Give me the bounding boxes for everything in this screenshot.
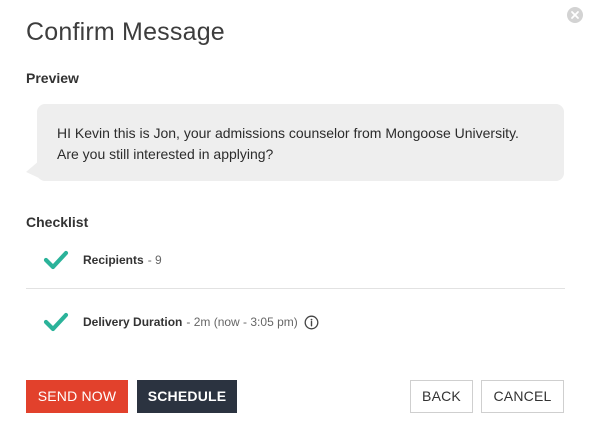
message-preview-bubble: HI Kevin this is Jon, your admissions co…: [37, 104, 564, 181]
delivery-duration-label: Delivery Duration: [83, 315, 183, 329]
checklist-label: Checklist: [26, 214, 89, 230]
delivery-duration-value: - 2m (now - 3:05 pm): [186, 315, 298, 329]
message-text-line-2: Are you still interested in applying?: [57, 146, 274, 162]
dialog-title: Confirm Message: [26, 18, 225, 46]
recipients-count: - 9: [147, 253, 162, 267]
send-now-button[interactable]: SEND NOW: [26, 380, 128, 413]
cancel-button[interactable]: CANCEL: [481, 380, 564, 413]
info-icon[interactable]: [304, 315, 319, 330]
checklist-item-delivery-duration: Delivery Duration - 2m (now - 3:05 pm): [43, 312, 319, 332]
confirm-message-dialog: Confirm Message Preview HI Kevin this is…: [0, 0, 591, 424]
checklist-divider: [26, 288, 565, 289]
close-icon: [571, 11, 579, 19]
back-button[interactable]: BACK: [410, 380, 473, 413]
schedule-button[interactable]: SCHEDULE: [137, 380, 237, 413]
checkmark-icon: [43, 312, 69, 332]
close-button[interactable]: [567, 7, 583, 23]
checklist-item-recipients: Recipients - 9: [43, 250, 162, 270]
preview-label: Preview: [26, 70, 79, 86]
checkmark-icon: [43, 250, 69, 270]
message-text-line-1: HI Kevin this is Jon, your admissions co…: [57, 125, 519, 141]
recipients-label: Recipients: [83, 253, 144, 267]
